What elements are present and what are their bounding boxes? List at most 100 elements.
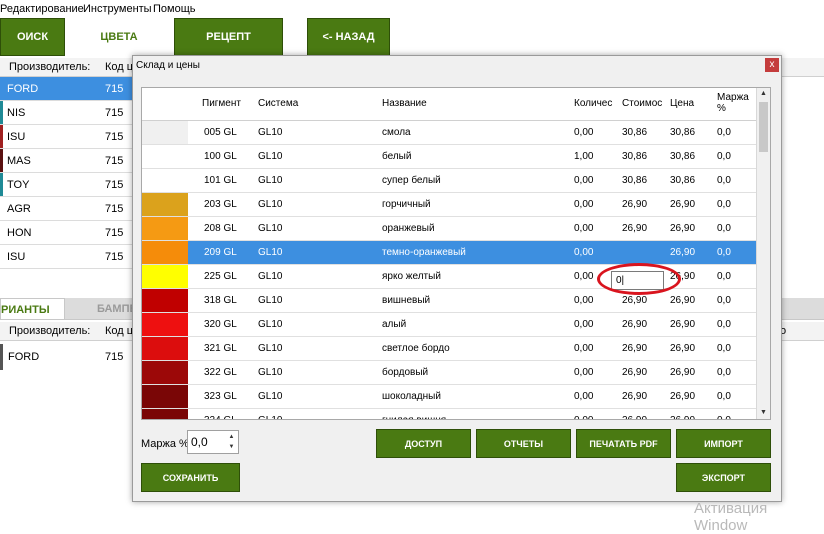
cell-name: вишневый [382,295,431,306]
cell-cost: 26,90 [622,295,648,306]
bg-list-item[interactable]: MAS 715 [0,149,140,173]
bg-row-swatch [0,149,3,172]
cell-pigment: 323 GL [204,391,237,402]
grid-row[interactable]: 322 GL GL10 бордовый 0,00 26,90 26,90 0,0 [142,361,758,385]
margin-label: Маржа % [141,438,189,450]
grid-row[interactable]: 209 GL GL10 темно-оранжевый 0,00 26,90 0,0 [142,241,758,265]
cell-pigment: 322 GL [204,367,237,378]
pigment-color-swatch [142,361,188,384]
spin-down-icon[interactable]: ▼ [226,442,237,452]
cell-cost: 26,90 [622,223,648,234]
bg-list-item[interactable]: NIS 715 [0,101,140,125]
bg-lower-row-code: 715 [105,351,124,363]
col-qty[interactable]: Количес [574,98,612,109]
bg-row-mfr: HON [7,227,32,239]
margin-spinbox[interactable]: 0,0 ▲ ▼ [187,430,239,454]
cell-margin: 0,0 [717,319,731,330]
pigment-color-swatch [142,145,188,168]
cell-qty: 0,00 [574,175,594,186]
reports-button[interactable]: ОТЧЕТЫ [476,429,571,458]
cell-cost: 26,90 [622,319,648,330]
cell-cost: 30,86 [622,151,648,162]
margin-value: 0,0 [191,435,208,449]
col-name[interactable]: Название [382,98,427,109]
cell-cost: 30,86 [622,127,648,138]
close-icon[interactable]: x [765,58,779,72]
print-pdf-button[interactable]: ПЕЧАТАТЬ PDF [576,429,671,458]
tab-colors[interactable]: ЦВЕТА [65,18,173,56]
grid-row[interactable]: 203 GL GL10 горчичный 0,00 26,90 26,90 0,0 [142,193,758,217]
bg-lower-header-manufacturer: Производитель: [9,325,91,337]
cell-price: 26,90 [670,247,696,258]
activation-watermark: Активация Window [694,500,768,534]
grid-row[interactable]: 318 GL GL10 вишневый 0,00 26,90 26,90 0,0 [142,289,758,313]
menu-edit[interactable]: Редактирование [0,3,84,15]
grid-row[interactable]: 101 GL GL10 супер белый 0,00 30,86 30,86 0,0 [142,169,758,193]
grid-row[interactable]: 320 GL GL10 алый 0,00 26,90 26,90 0,0 [142,313,758,337]
cell-margin: 0,0 [717,223,731,234]
cell-pigment: 101 GL [204,175,237,186]
bg-row-mfr: AGR [7,203,31,215]
cell-name: светлое бордо [382,343,450,354]
import-button[interactable]: ИМПОРТ [676,429,771,458]
bg-row-code: 715 [105,155,124,167]
grid-row[interactable]: 324 GL GL10 гнилая вишня 0,00 26,90 26,90 0,0 [142,409,758,419]
col-cost[interactable]: Стоимос [622,98,662,109]
grid-row[interactable]: 208 GL GL10 оранжевый 0,00 26,90 26,90 0,0 [142,217,758,241]
pigment-color-swatch [142,121,188,144]
bg-lower-row[interactable]: FORD 715 [0,344,140,370]
scroll-up-icon[interactable]: ▲ [757,88,770,100]
tab-search[interactable]: ОИСК [0,18,65,56]
cell-margin: 0,0 [717,271,731,282]
bg-row-code: 715 [105,107,124,119]
bg-list-item[interactable]: TOY 715 [0,173,140,197]
access-button[interactable]: ДОСТУП [376,429,471,458]
annotation-circle [597,263,681,295]
col-margin[interactable]: Маржа % [717,92,753,114]
grid-row[interactable]: 100 GL GL10 белый 1,00 30,86 30,86 0,0 [142,145,758,169]
bg-list-item[interactable]: FORD 715 [0,77,140,101]
cell-name: горчичный [382,199,431,210]
grid-scrollbar[interactable]: ▲ ▼ [756,88,770,419]
tab-variants[interactable]: РИАНТЫ [0,298,65,320]
col-price[interactable]: Цена [670,98,694,109]
cell-system: GL10 [258,223,283,234]
menu-tools[interactable]: Инструменты [83,3,152,15]
bg-list-item[interactable]: ISU 715 [0,245,140,269]
cell-system: GL10 [258,151,283,162]
col-system[interactable]: Система [258,98,298,109]
cell-price: 30,86 [670,127,696,138]
bg-list-item[interactable]: AGR 715 [0,197,140,221]
menu-help[interactable]: Помощь [153,3,196,15]
scroll-thumb[interactable] [759,102,768,152]
save-button[interactable]: СОХРАНИТЬ [141,463,240,492]
cell-qty: 0,00 [574,127,594,138]
cell-system: GL10 [258,199,283,210]
cell-system: GL10 [258,175,283,186]
grid-row[interactable]: 323 GL GL10 шоколадный 0,00 26,90 26,90 0,0 [142,385,758,409]
stock-prices-dialog: Склад и цены x Пигмент Система Название … [132,55,782,502]
export-button[interactable]: ЭКСПОРТ [676,463,771,492]
grid-row[interactable]: 321 GL GL10 светлое бордо 0,00 26,90 26,90 0,0 [142,337,758,361]
cell-qty: 0,00 [574,319,594,330]
cell-margin: 0,0 [717,247,731,258]
cell-qty: 0,00 [574,391,594,402]
tab-bumpers[interactable]: БАМПЕ [97,303,137,315]
cell-price: 26,90 [670,295,696,306]
pigment-color-swatch [142,169,188,192]
bg-row-swatch [0,197,3,220]
cell-pigment: 324 GL [204,415,237,419]
scroll-down-icon[interactable]: ▼ [757,407,770,419]
col-pigment[interactable]: Пигмент [202,98,241,109]
cell-qty: 0,00 [574,271,594,282]
bg-list-item[interactable]: HON 715 [0,221,140,245]
tab-recipe[interactable]: РЕЦЕПТ [174,18,283,56]
back-button[interactable]: <- НАЗАД [307,18,390,56]
spin-up-icon[interactable]: ▲ [226,432,237,442]
bg-row-mfr: NIS [7,107,26,119]
cell-margin: 0,0 [717,151,731,162]
grid-row[interactable]: 005 GL GL10 смола 0,00 30,86 30,86 0,0 [142,121,758,145]
bg-list-item[interactable]: ISU 715 [0,125,140,149]
cell-margin: 0,0 [717,127,731,138]
cell-price: 30,86 [670,151,696,162]
